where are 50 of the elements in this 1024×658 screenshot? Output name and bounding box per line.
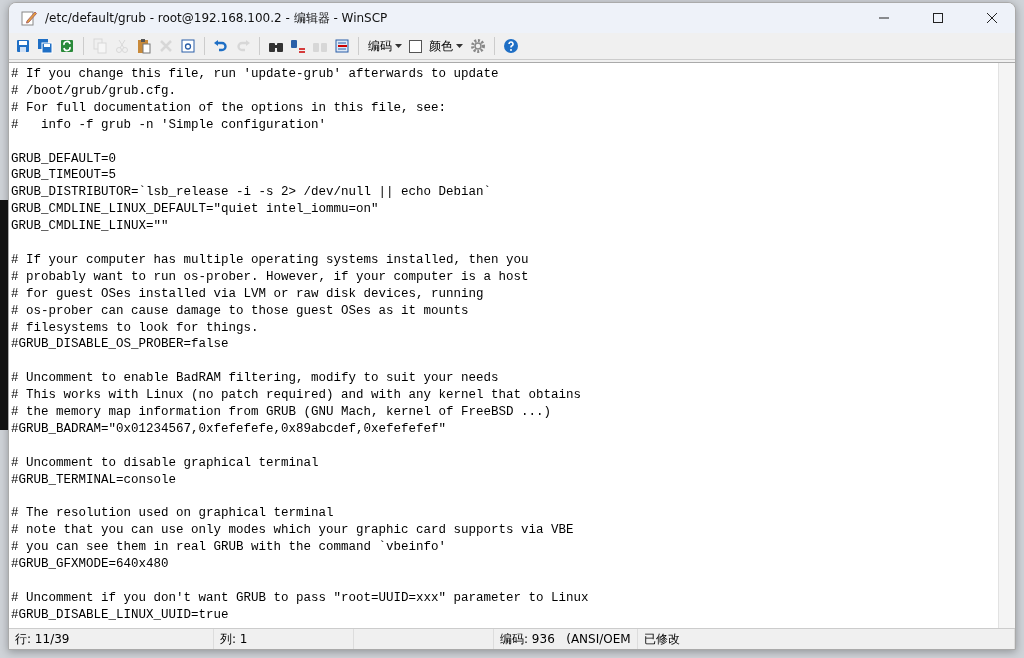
code-line: # This works with Linux (no patch required) and with any kernel that obtains: [11, 387, 582, 405]
maximize-icon[interactable]: [932, 12, 944, 24]
code-line: # for guest OSes installed via LVM or raw disk devices, running: [11, 285, 484, 303]
code-line: #GRUB_GFXMODE=640x480: [11, 556, 169, 574]
code-line: # Uncomment to enable BadRAM filtering, modify to suit your needs: [11, 370, 499, 388]
code-line: # note that you can use only modes which your graphic card supports via VBE: [11, 522, 574, 540]
edit-document-icon: [21, 10, 37, 26]
code-line: # os-prober can cause damage to those guest OSes as it mounts: [11, 302, 469, 320]
undo-icon[interactable]: [213, 38, 229, 54]
settings-icon[interactable]: [470, 38, 486, 54]
caret-icon: [395, 44, 402, 48]
encoding-status: 编码: 936 (ANSI/OEM: [500, 630, 631, 648]
window-title: /etc/default/grub - root@192.168.100.2 - 编辑器 - WinSCP: [45, 9, 389, 27]
code-line: # /boot/grub/grub.cfg.: [11, 82, 177, 100]
select-all-icon[interactable]: [180, 38, 196, 54]
code-line: #GRUB_TERMINAL=console: [11, 471, 177, 489]
help-icon[interactable]: [503, 38, 519, 54]
code-line: #GRUB_DISABLE_LINUX_UUID=true: [11, 606, 229, 624]
code-line: # Uncomment if you don't want GRUB to pass "root=UUID=xxx" parameter to Linux: [11, 590, 589, 607]
code-line: # you can see them in real GRUB with the command `vbeinfo': [11, 539, 447, 557]
save-icon[interactable]: [15, 38, 31, 54]
checkbox[interactable]: [409, 39, 422, 53]
dropdown-button[interactable]: 编码: [365, 36, 405, 56]
code-line: GRUB_DISTRIBUTOR=`lsb_release -i -s 2> /dev/null || echo Debian`: [11, 184, 492, 202]
close-icon[interactable]: [986, 12, 998, 24]
code-line: GRUB_CMDLINE_LINUX="": [11, 218, 169, 236]
code-line: # the memory map information from GRUB (GNU Mach, kernel of FreeBSD ...): [11, 404, 552, 421]
code-line: GRUB_TIMEOUT=5: [11, 167, 117, 185]
code-line: GRUB_CMDLINE_LINUX_DEFAULT="quiet intel_iommu=on": [11, 201, 379, 219]
code-line: # If your computer has multiple operating systems installed, then you: [11, 251, 529, 269]
column-position: 列: 1: [220, 630, 248, 648]
replace-icon[interactable]: [290, 38, 306, 54]
code-line: GRUB_DEFAULT=0: [11, 150, 117, 168]
caret-icon: [456, 44, 463, 48]
line-position: 行: 11/39: [15, 630, 70, 648]
code-line: # For full documentation of the options in this file, see:: [11, 99, 447, 117]
reload-icon[interactable]: [59, 38, 75, 54]
clipboard-icon[interactable]: [136, 38, 152, 54]
code-line: #GRUB_BADRAM="0x01234567,0xfefefefe,0x89abcdef,0xefefefef": [11, 421, 447, 438]
code-line: # Uncomment to disable graphical terminal: [11, 454, 319, 472]
code-line: #GRUB_DISABLE_OS_PROBER=false: [11, 336, 229, 354]
scrollbar[interactable]: [998, 63, 1015, 628]
code-line: # filesystems to look for things.: [11, 319, 259, 337]
dropdown-button[interactable]: 颜色: [426, 36, 466, 56]
modified-status: 已修改: [644, 630, 680, 648]
code-line: # info -f grub -n 'Simple configuration': [11, 116, 327, 134]
code-line: # probably want to run os-prober. However, if your computer is a host: [11, 268, 529, 286]
code-line: # If you change this file, run 'update-grub' afterwards to update: [11, 66, 499, 83]
save-all-icon[interactable]: [37, 38, 53, 54]
code-line: # The resolution used on graphical terminal: [11, 505, 334, 523]
